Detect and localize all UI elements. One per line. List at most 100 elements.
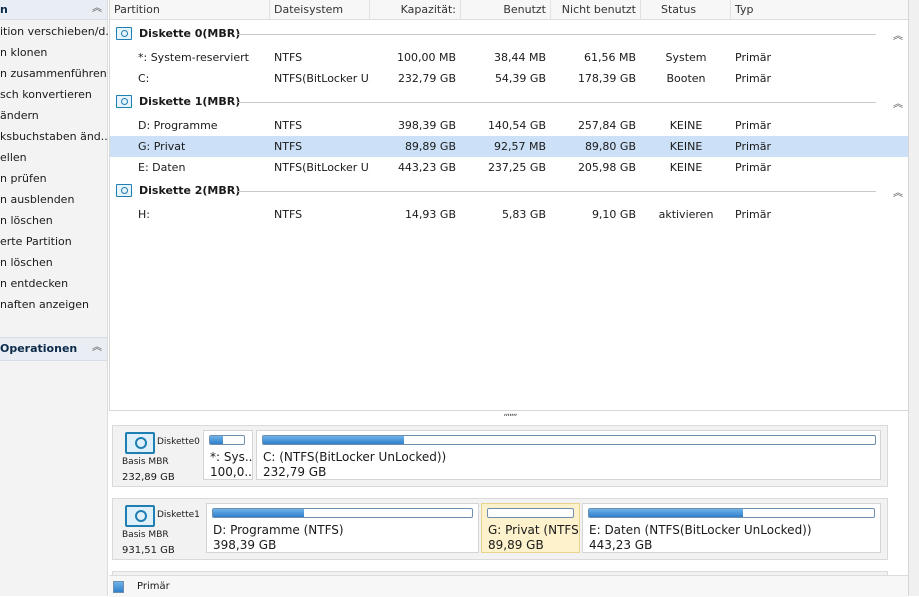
partition-block[interactable]: C: (NTFS(BitLocker UnLocked)) 232,79 GB: [256, 430, 881, 480]
cell-used: 237,25 GB: [487, 161, 546, 174]
sidebar-item-properties[interactable]: naften anzeigen: [0, 296, 89, 314]
sidebar-header[interactable]: n ︽: [0, 0, 107, 20]
disk-group-header[interactable]: Diskette 0(MBR) ︽: [110, 23, 909, 45]
cell-status: System: [665, 51, 707, 64]
sidebar-section-operations[interactable]: Operationen ︽: [0, 337, 107, 361]
sidebar-item-check[interactable]: n prüfen: [0, 170, 47, 188]
table-row-selected[interactable]: G: Privat NTFS 89,89 GB 92,57 MB 89,80 G…: [110, 136, 909, 157]
cell-capacity: 14,93 GB: [404, 208, 456, 221]
partition-label: C: (NTFS(BitLocker UnLocked)): [263, 450, 447, 464]
cell-type: Primär: [735, 119, 771, 132]
cell-used: 5,83 GB: [501, 208, 546, 221]
column-header-capacity[interactable]: Kapazität:: [370, 0, 461, 20]
sidebar-item-clone[interactable]: n klonen: [0, 44, 47, 62]
cell-partition: *: System-reserviert: [138, 51, 249, 64]
partition-size: 100,0...: [210, 465, 253, 479]
cell-status: Booten: [666, 72, 706, 85]
partition-size: 443,23 GB: [589, 538, 653, 552]
disk-map-disk0[interactable]: Diskette0 Basis MBR 232,89 GB *: Sys... …: [112, 425, 888, 487]
table-row[interactable]: D: Programme NTFS 398,39 GB 140,54 GB 25…: [110, 115, 909, 136]
pane-splitter[interactable]: ,,,,,,,: [490, 409, 530, 418]
cell-filesystem: NTFS(BitLocker U...: [274, 72, 370, 85]
cell-capacity: 89,89 GB: [404, 140, 456, 153]
disk-name: Diskette0: [157, 437, 200, 447]
disk-size: 931,51 GB: [122, 545, 175, 556]
column-header-partition[interactable]: Partition: [110, 0, 270, 20]
column-header-filesystem[interactable]: Dateisystem: [270, 0, 370, 20]
operations-label: Operationen: [0, 342, 78, 355]
disk-icon: [116, 184, 132, 197]
usage-fill: [263, 436, 404, 444]
cell-unused: 205,98 GB: [577, 161, 636, 174]
cell-unused: 89,80 GB: [584, 140, 636, 153]
usage-fill: [213, 509, 304, 517]
disk-group-title: Diskette 0(MBR): [139, 27, 241, 40]
cell-status: aktivieren: [658, 208, 714, 221]
usage-bar: [588, 508, 875, 518]
collapse-chevron-icon[interactable]: ︽: [91, 3, 103, 15]
cell-unused: 61,56 MB: [583, 51, 636, 64]
sidebar-item-discover[interactable]: n entdecken: [0, 275, 68, 293]
partition-block[interactable]: D: Programme (NTFS) 398,39 GB: [206, 503, 479, 553]
cell-partition: D: Programme: [138, 119, 218, 132]
cell-filesystem: NTFS: [274, 51, 303, 64]
usage-bar: [209, 435, 245, 445]
partition-block[interactable]: E: Daten (NTFS(BitLocker UnLocked)) 443,…: [582, 503, 881, 553]
usage-bar: [262, 435, 876, 445]
disk-group-header[interactable]: Diskette 2(MBR) ︽: [110, 180, 909, 202]
partition-block[interactable]: *: Sys... 100,0...: [203, 430, 253, 480]
column-header-used[interactable]: Benutzt: [461, 0, 551, 20]
sidebar-item-partition[interactable]: erte Partition: [0, 233, 72, 251]
cell-used: 54,39 GB: [494, 72, 546, 85]
partition-label: G: Privat (NTFS): [488, 523, 580, 537]
partition-block-selected[interactable]: G: Privat (NTFS) 89,89 GB: [481, 503, 580, 553]
usage-fill: [589, 509, 743, 517]
column-header-unused[interactable]: Nicht benutzt: [551, 0, 641, 20]
cell-capacity: 398,39 GB: [397, 119, 456, 132]
partition-table: Partition Dateisystem Kapazität: Benutzt…: [109, 0, 910, 411]
disk-size: 232,89 GB: [122, 472, 175, 483]
cell-filesystem: NTFS(BitLocker U...: [274, 161, 370, 174]
table-row[interactable]: *: System-reserviert NTFS 100,00 MB 38,4…: [110, 47, 909, 68]
cell-capacity: 443,23 GB: [397, 161, 456, 174]
right-scrollbar[interactable]: [908, 0, 919, 596]
collapse-chevron-icon[interactable]: ︽: [893, 27, 903, 42]
disk-name: Diskette1: [157, 510, 200, 520]
disk-type: Basis MBR: [122, 457, 169, 467]
cell-type: Primär: [735, 72, 771, 85]
cell-status: KEINE: [669, 119, 703, 132]
legend-label: Primär: [137, 581, 170, 592]
sidebar-item-move-resize[interactable]: ition verschieben/d...: [0, 23, 116, 41]
disk-group-header[interactable]: Diskette 1(MBR) ︽: [110, 91, 909, 113]
partition-label: E: Daten (NTFS(BitLocker UnLocked)): [589, 523, 812, 537]
sidebar-item-convert[interactable]: sch konvertieren: [0, 86, 92, 104]
partition-label: *: Sys...: [210, 450, 253, 464]
cell-partition: H:: [138, 208, 150, 221]
table-row[interactable]: E: Daten NTFS(BitLocker U... 443,23 GB 2…: [110, 157, 909, 178]
cell-type: Primär: [735, 208, 771, 221]
cell-filesystem: NTFS: [274, 208, 303, 221]
cell-type: Primär: [735, 161, 771, 174]
sidebar-item-wipe[interactable]: n löschen: [0, 254, 53, 272]
collapse-chevron-icon[interactable]: ︽: [91, 342, 103, 354]
sidebar-item-drive-letter[interactable]: ksbuchstaben änd...: [0, 128, 111, 146]
disk-icon: [125, 505, 155, 527]
collapse-chevron-icon[interactable]: ︽: [893, 95, 903, 110]
collapse-chevron-icon[interactable]: ︽: [893, 184, 903, 199]
column-header-status[interactable]: Status: [641, 0, 731, 20]
cell-status: KEINE: [669, 140, 703, 153]
disk-map-disk1[interactable]: Diskette1 Basis MBR 931,51 GB D: Program…: [112, 498, 888, 560]
sidebar-item-hide[interactable]: n ausblenden: [0, 191, 74, 209]
sidebar-item-merge[interactable]: n zusammenführen: [0, 65, 107, 83]
cell-capacity: 232,79 GB: [397, 72, 456, 85]
cell-unused: 178,39 GB: [577, 72, 636, 85]
usage-bar: [487, 508, 574, 518]
sidebar-item-change[interactable]: ändern: [0, 107, 39, 125]
table-row[interactable]: H: NTFS 14,93 GB 5,83 GB 9,10 GB aktivie…: [110, 204, 909, 225]
table-row[interactable]: C: NTFS(BitLocker U... 232,79 GB 54,39 G…: [110, 68, 909, 89]
disk-group-title: Diskette 1(MBR): [139, 95, 241, 108]
sidebar-item-delete[interactable]: n löschen: [0, 212, 53, 230]
column-header-type[interactable]: Typ: [731, 0, 909, 20]
partition-size: 232,79 GB: [263, 465, 327, 479]
sidebar-item-create[interactable]: ellen: [0, 149, 27, 167]
